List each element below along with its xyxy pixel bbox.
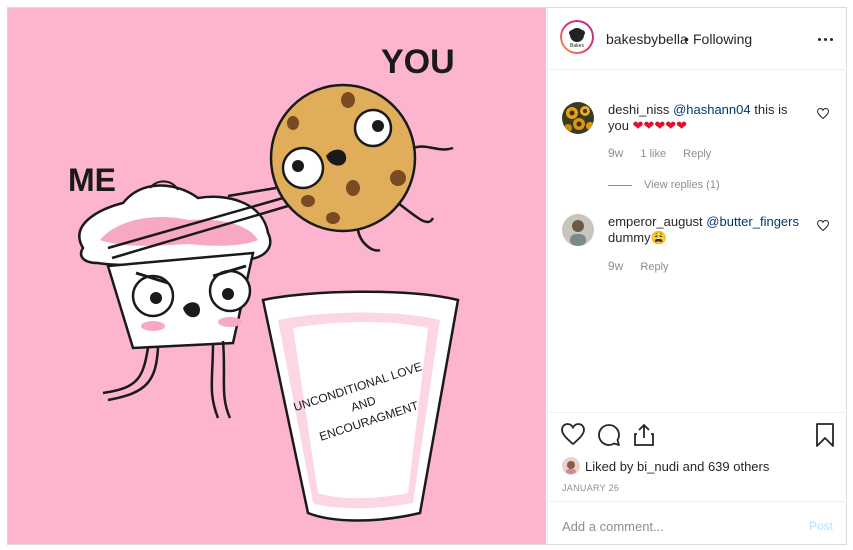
comment-body: dummy — [608, 230, 651, 245]
comment-time[interactable]: 9w — [608, 259, 623, 273]
sunflower-avatar-icon — [562, 102, 594, 134]
add-comment-input[interactable]: Add a comment... — [562, 519, 664, 534]
post-date[interactable]: JANUARY 26 — [562, 483, 619, 493]
label-you: YOU — [381, 43, 455, 81]
liked-by-user[interactable]: bi_nudi — [637, 459, 679, 474]
following-button[interactable]: Following — [693, 31, 752, 47]
more-options-icon[interactable] — [818, 38, 834, 42]
comment-meta: 9w Reply — [608, 259, 683, 273]
comment-time[interactable]: 9w — [608, 146, 623, 160]
view-replies-button[interactable]: View replies (1) — [608, 179, 720, 191]
share-icon[interactable] — [633, 423, 655, 447]
comment-mention[interactable]: @butter_fingers — [706, 214, 799, 229]
comment-likes[interactable]: 1 like — [640, 148, 666, 160]
liker-avatar-icon — [566, 461, 576, 474]
post-card: ME YOU UNCONDITIONAL LOVE AND ENCOURAGME… — [7, 7, 847, 545]
bakery-logo-icon: Bakes — [569, 28, 585, 49]
save-bookmark-icon[interactable] — [816, 423, 834, 447]
post-image[interactable]: ME YOU UNCONDITIONAL LOVE AND ENCOURAGME… — [8, 8, 546, 544]
profile-avatar[interactable]: Bakes — [560, 20, 594, 54]
comment-body: this is — [754, 102, 788, 117]
header-username[interactable]: bakesbybella — [606, 31, 688, 47]
weary-emoji: 😩 — [650, 230, 667, 245]
comment-icon[interactable] — [597, 423, 621, 447]
like-comment-icon[interactable] — [817, 220, 829, 231]
comment-username[interactable]: emperor_august — [608, 214, 703, 229]
like-comment-icon[interactable] — [817, 108, 829, 119]
commenter-avatar[interactable] — [562, 214, 594, 246]
cupcake-cookie-illustration: ME YOU UNCONDITIONAL LOVE AND ENCOURAGME… — [68, 43, 460, 522]
liked-by-suffix: and — [682, 458, 705, 474]
label-me: ME — [68, 162, 116, 198]
comment-text: deshi_niss @hashann04 this is you ❤❤❤❤❤ — [608, 102, 813, 134]
liker-avatar[interactable] — [562, 457, 580, 475]
action-bar: Liked by bi_nudi and 639 others JANUARY … — [548, 412, 847, 545]
likes-summary: Liked by bi_nudi and 639 others — [562, 457, 769, 475]
svg-text:Bakes: Bakes — [570, 43, 584, 49]
post-header: Bakes bakesbybella • Following — [548, 8, 847, 70]
person-avatar-icon — [562, 214, 594, 246]
post-comment-button[interactable]: Post — [809, 519, 833, 533]
comment-text: emperor_august @butter_fingers dummy😩 — [608, 214, 813, 246]
reply-button[interactable]: Reply — [683, 148, 711, 160]
commenter-avatar[interactable] — [562, 102, 594, 134]
comment-item: emperor_august @butter_fingers dummy😩 9w… — [562, 214, 832, 284]
comment-mention[interactable]: @hashann04 — [673, 102, 751, 117]
heart-emojis: ❤❤❤❤❤ — [632, 118, 688, 133]
reply-button[interactable]: Reply — [640, 261, 668, 273]
like-icon[interactable] — [561, 423, 585, 445]
liked-by-prefix: Liked by — [585, 458, 634, 474]
add-comment-bar: Add a comment... Post — [548, 501, 847, 545]
header-separator: • — [684, 31, 689, 47]
likes-count[interactable]: 639 others — [708, 459, 769, 474]
comment-meta: 9w 1 like Reply — [608, 146, 725, 160]
comment-item: deshi_niss @hashann04 this is you ❤❤❤❤❤ … — [562, 102, 832, 212]
post-sidebar: Bakes bakesbybella • Following deshi_nis… — [547, 8, 847, 545]
comment-username[interactable]: deshi_niss — [608, 102, 669, 117]
comment-body-line2: you — [608, 118, 629, 133]
